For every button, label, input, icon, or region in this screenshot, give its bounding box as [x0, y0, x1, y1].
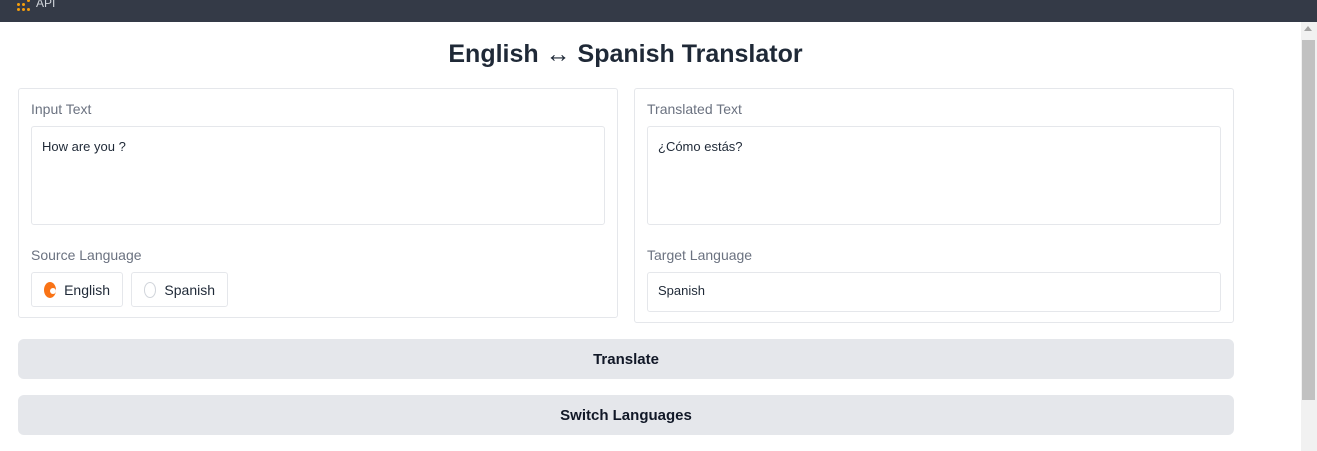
radio-unselected-icon: [144, 281, 157, 298]
vertical-scrollbar[interactable]: [1301, 22, 1317, 451]
source-radio-spanish[interactable]: Spanish: [131, 272, 228, 307]
input-text-field[interactable]: How are you ?: [31, 126, 605, 225]
radio-selected-icon: [44, 281, 57, 298]
input-text-label: Input Text: [31, 101, 92, 117]
api-label: API: [36, 0, 56, 10]
scroll-up-arrow-icon[interactable]: [1304, 26, 1312, 31]
scrollbar-thumb[interactable]: [1302, 40, 1315, 400]
output-panel: Translated Text ¿Cómo estás? Target Lang…: [634, 88, 1234, 323]
api-link[interactable]: API: [14, 0, 55, 13]
radio-spanish-label: Spanish: [164, 281, 215, 298]
input-panel: Input Text How are you ? Source Language…: [18, 88, 618, 318]
source-language-label: Source Language: [31, 247, 142, 263]
switch-languages-button[interactable]: Switch Languages: [18, 395, 1234, 435]
translated-text-label: Translated Text: [647, 101, 742, 117]
api-icon: [14, 0, 32, 12]
source-radio-english[interactable]: English: [31, 272, 123, 307]
translate-button[interactable]: Translate: [18, 339, 1234, 379]
page-title: English ↔ Spanish Translator: [448, 40, 803, 68]
translated-text-field[interactable]: ¿Cómo estás?: [647, 126, 1221, 225]
radio-english-label: English: [64, 281, 110, 298]
target-language-field[interactable]: Spanish: [647, 272, 1221, 312]
target-language-label: Target Language: [647, 247, 753, 263]
top-bar: API: [0, 0, 1317, 22]
